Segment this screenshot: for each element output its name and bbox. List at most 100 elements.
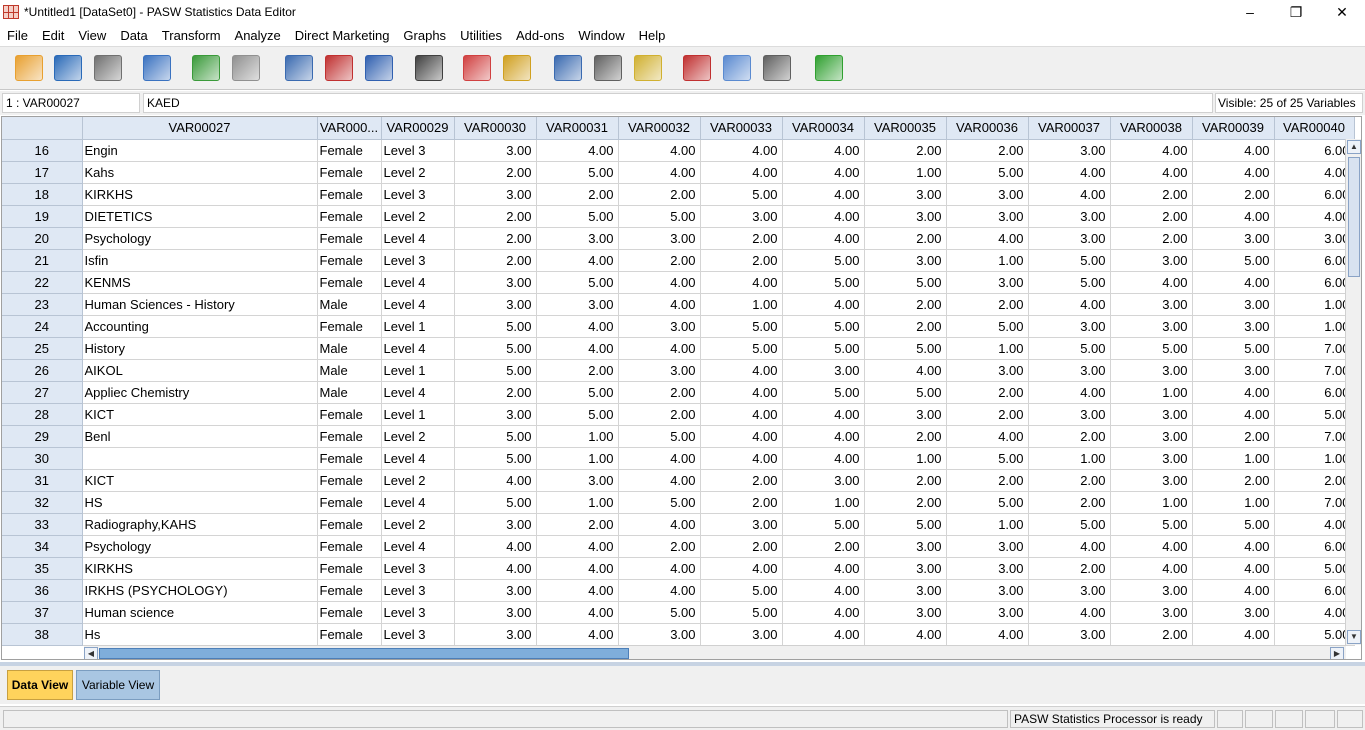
tab-data-view[interactable]: Data View (7, 670, 73, 700)
data-cell[interactable]: Level 2 (381, 161, 455, 184)
data-cell[interactable]: 4.00 (618, 293, 701, 316)
data-cell[interactable]: 1.00 (946, 513, 1029, 536)
data-cell[interactable]: Male (317, 359, 382, 382)
data-cell[interactable]: Female (317, 227, 382, 250)
data-cell[interactable]: 2.00 (618, 535, 701, 558)
data-cell[interactable]: 3.00 (946, 535, 1029, 558)
data-cell[interactable]: Hs (82, 623, 318, 646)
data-cell[interactable]: 3.00 (536, 469, 619, 492)
data-cell[interactable]: Female (317, 425, 382, 448)
data-cell[interactable]: 1.00 (1028, 447, 1111, 470)
data-cell[interactable]: Female (317, 513, 382, 536)
select-cases-button[interactable] (631, 52, 665, 84)
data-cell[interactable]: 3.00 (454, 579, 537, 602)
data-cell[interactable]: 1.00 (1274, 293, 1355, 316)
data-cell[interactable]: 4.00 (946, 227, 1029, 250)
data-cell[interactable]: 2.00 (864, 425, 947, 448)
data-cell[interactable]: 2.00 (946, 381, 1029, 404)
data-cell[interactable]: 2.00 (454, 161, 537, 184)
data-cell[interactable]: 5.00 (782, 337, 865, 360)
data-cell[interactable]: 4.00 (1110, 557, 1193, 580)
data-cell[interactable]: 5.00 (1028, 249, 1111, 272)
data-cell[interactable]: Female (317, 205, 382, 228)
data-cell[interactable]: 4.00 (454, 557, 537, 580)
data-cell[interactable]: 4.00 (782, 227, 865, 250)
data-cell[interactable]: 1.00 (536, 425, 619, 448)
data-cell[interactable]: 3.00 (700, 623, 783, 646)
scroll-left-icon[interactable]: ◀ (84, 647, 98, 659)
data-cell[interactable]: 3.00 (454, 403, 537, 426)
row-number[interactable]: 35 (2, 557, 83, 580)
data-cell[interactable]: 2.00 (864, 227, 947, 250)
data-cell[interactable]: 4.00 (536, 557, 619, 580)
data-cell[interactable]: 3.00 (454, 623, 537, 646)
scroll-up-icon[interactable]: ▲ (1347, 140, 1361, 154)
data-cell[interactable]: Level 4 (381, 535, 455, 558)
data-cell[interactable]: Level 3 (381, 249, 455, 272)
data-cell[interactable]: 2.00 (864, 139, 947, 162)
data-cell[interactable]: Human Sciences - History (82, 293, 318, 316)
row-number[interactable]: 22 (2, 271, 83, 294)
data-cell[interactable]: 5.00 (618, 425, 701, 448)
column-header[interactable]: VAR00036 (946, 117, 1029, 140)
data-cell[interactable]: HS (82, 491, 318, 514)
column-header[interactable]: VAR00034 (782, 117, 865, 140)
value-labels-button[interactable] (680, 52, 714, 84)
row-number[interactable]: 18 (2, 183, 83, 206)
column-header[interactable]: VAR00032 (618, 117, 701, 140)
data-cell[interactable]: 4.00 (782, 579, 865, 602)
data-cell[interactable]: 2.00 (700, 249, 783, 272)
data-cell[interactable]: 4.00 (536, 535, 619, 558)
data-cell[interactable]: 2.00 (1192, 469, 1275, 492)
data-cell[interactable]: 4.00 (536, 579, 619, 602)
data-cell[interactable]: 5.00 (1110, 337, 1193, 360)
data-cell[interactable]: 5.00 (782, 381, 865, 404)
variables-button[interactable] (362, 52, 396, 84)
data-cell[interactable]: 4.00 (618, 579, 701, 602)
data-cell[interactable]: 6.00 (1274, 139, 1355, 162)
data-cell[interactable]: Female (317, 623, 382, 646)
data-cell[interactable]: 3.00 (1028, 139, 1111, 162)
data-cell[interactable]: 4.00 (864, 623, 947, 646)
row-number[interactable]: 24 (2, 315, 83, 338)
data-cell[interactable]: 2.00 (700, 227, 783, 250)
menu-window[interactable]: Window (571, 28, 631, 43)
data-cell[interactable]: 2.00 (1028, 557, 1111, 580)
data-cell[interactable]: 3.00 (454, 183, 537, 206)
data-cell[interactable]: 4.00 (454, 535, 537, 558)
data-cell[interactable]: 1.00 (1192, 447, 1275, 470)
data-cell[interactable]: 2.00 (700, 535, 783, 558)
row-number[interactable]: 29 (2, 425, 83, 448)
data-cell[interactable]: Level 4 (381, 271, 455, 294)
data-cell[interactable]: 4.00 (618, 513, 701, 536)
data-cell[interactable]: 4.00 (782, 183, 865, 206)
data-cell[interactable]: Level 3 (381, 579, 455, 602)
data-cell[interactable]: 5.00 (946, 161, 1029, 184)
data-cell[interactable]: 3.00 (1274, 227, 1355, 250)
data-cell[interactable]: 2.00 (864, 491, 947, 514)
data-cell[interactable]: 5.00 (700, 579, 783, 602)
data-cell[interactable]: 3.00 (864, 249, 947, 272)
data-cell[interactable]: 3.00 (864, 557, 947, 580)
data-cell[interactable]: 2.00 (946, 469, 1029, 492)
data-cell[interactable]: 4.00 (1192, 161, 1275, 184)
data-cell[interactable]: 3.00 (864, 205, 947, 228)
data-cell[interactable]: 4.00 (946, 425, 1029, 448)
data-cell[interactable]: 3.00 (1192, 359, 1275, 382)
data-cell[interactable]: 2.00 (700, 491, 783, 514)
data-cell[interactable]: 5.00 (618, 205, 701, 228)
data-cell[interactable]: 5.00 (454, 337, 537, 360)
row-number[interactable]: 34 (2, 535, 83, 558)
data-cell[interactable]: 1.00 (1110, 491, 1193, 514)
row-number[interactable]: 36 (2, 579, 83, 602)
menu-help[interactable]: Help (632, 28, 673, 43)
data-cell[interactable]: Psychology (82, 535, 318, 558)
data-cell[interactable]: 4.00 (700, 425, 783, 448)
data-cell[interactable]: Level 2 (381, 425, 455, 448)
data-cell[interactable]: 5.00 (864, 271, 947, 294)
data-cell[interactable]: Level 4 (381, 337, 455, 360)
data-cell[interactable]: 3.00 (618, 359, 701, 382)
data-cell[interactable]: 4.00 (1274, 205, 1355, 228)
row-number[interactable]: 25 (2, 337, 83, 360)
data-cell[interactable]: 7.00 (1274, 425, 1355, 448)
